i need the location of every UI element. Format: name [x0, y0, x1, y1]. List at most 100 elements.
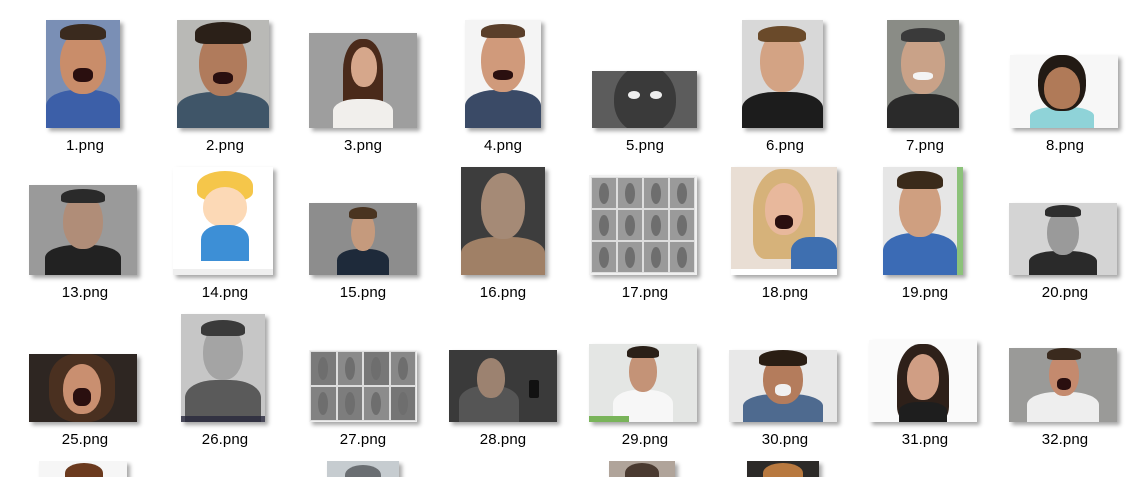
thumbnail-image	[589, 175, 697, 275]
thumbnail-image	[899, 402, 947, 422]
thumbnail	[293, 167, 433, 275]
thumbnail-image	[345, 465, 381, 477]
thumbnail	[715, 20, 855, 128]
file-item[interactable]: 26.png	[155, 314, 295, 461]
file-item[interactable]: 5.png	[575, 20, 715, 167]
file-item[interactable]: 14.png	[155, 167, 295, 314]
file-item[interactable]: 7.png	[855, 20, 995, 167]
thumbnail-image	[73, 388, 91, 406]
thumbnail	[715, 314, 855, 422]
thumbnail-image	[1047, 348, 1081, 360]
thumbnail	[293, 20, 433, 128]
thumbnail-image	[310, 351, 416, 421]
thumbnail-image	[729, 350, 837, 422]
thumbnail-image	[45, 245, 121, 275]
thumbnail-image	[481, 173, 525, 239]
file-item[interactable]	[715, 461, 855, 477]
file-name-label: 20.png	[1041, 284, 1089, 301]
thumbnail-image	[907, 354, 939, 400]
file-item[interactable]: 27.png	[293, 314, 433, 461]
file-name-label: 17.png	[621, 284, 669, 301]
thumbnail	[855, 314, 995, 422]
thumbnail-image	[589, 344, 697, 422]
file-item[interactable]: 29.png	[575, 314, 715, 461]
file-name-label: 4.png	[483, 137, 523, 154]
file-item[interactable]	[575, 461, 715, 477]
thumbnail	[855, 167, 995, 275]
file-item[interactable]: 16.png	[433, 167, 573, 314]
thumbnail-image	[173, 269, 273, 275]
file-item[interactable]: 3.png	[293, 20, 433, 167]
file-item[interactable]	[15, 461, 155, 477]
thumbnail-image	[628, 91, 640, 99]
thumbnail	[995, 167, 1135, 275]
file-item[interactable]: 8.png	[995, 20, 1135, 167]
file-item[interactable]: 25.png	[15, 314, 155, 461]
file-item[interactable]: 32.png	[995, 314, 1135, 461]
thumbnail-image	[203, 187, 247, 227]
thumbnail	[575, 314, 715, 422]
file-name-label: 8.png	[1045, 137, 1085, 154]
file-item[interactable]: 17.png	[575, 167, 715, 314]
thumbnail-image	[869, 340, 977, 422]
file-name-label: 2.png	[205, 137, 245, 154]
thumbnail-image	[731, 269, 837, 275]
file-item[interactable]: 15.png	[293, 167, 433, 314]
file-item[interactable]: 31.png	[855, 314, 995, 461]
file-name-label: 25.png	[61, 431, 109, 448]
file-item[interactable]: 4.png	[433, 20, 573, 167]
file-item[interactable]	[293, 461, 433, 477]
file-item[interactable]: 28.png	[433, 314, 573, 461]
thumbnail-image	[759, 350, 807, 366]
file-name-label: 3.png	[343, 137, 383, 154]
thumbnail-image	[1027, 392, 1099, 422]
thumbnail-image	[61, 189, 105, 203]
thumbnail	[155, 167, 295, 275]
file-name-label: 5.png	[625, 137, 665, 154]
thumbnail-image	[461, 237, 545, 275]
thumbnail	[433, 167, 573, 275]
file-name-label: 14.png	[201, 284, 249, 301]
thumbnail-image	[465, 20, 541, 128]
thumbnail-image	[883, 233, 957, 275]
file-item[interactable]: 18.png	[715, 167, 855, 314]
file-item[interactable]: 1.png	[15, 20, 155, 167]
thumbnail-image	[758, 26, 806, 42]
file-item[interactable]: 20.png	[995, 167, 1135, 314]
file-name-label: 19.png	[901, 284, 949, 301]
thumbnail	[155, 20, 295, 128]
thumbnail-image	[731, 167, 837, 275]
thumbnail-image	[181, 416, 265, 422]
thumbnail-image	[29, 354, 137, 422]
file-item[interactable]: 6.png	[715, 20, 855, 167]
file-item[interactable]: 2.png	[155, 20, 295, 167]
file-name-label: 29.png	[621, 431, 669, 448]
thumbnail-image	[327, 461, 399, 477]
thumbnail-image	[592, 71, 697, 128]
thumbnail-image	[742, 92, 823, 128]
file-name-label: 6.png	[765, 137, 805, 154]
thumbnail-image	[201, 225, 249, 261]
thumbnail-image	[449, 350, 557, 422]
thumbnail-image	[1045, 205, 1081, 217]
thumbnail-image	[46, 20, 120, 128]
thumbnail-image	[614, 71, 676, 128]
thumbnail-image	[173, 167, 273, 275]
thumbnail-image	[309, 33, 417, 128]
thumbnail-image	[333, 99, 393, 128]
thumbnail-image	[913, 72, 933, 80]
thumbnail-image	[465, 90, 541, 128]
thumbnail	[855, 20, 995, 128]
thumbnail-image	[73, 68, 93, 82]
thumbnail-image	[309, 350, 417, 422]
thumbnail-image	[309, 203, 417, 275]
file-item[interactable]: 19.png	[855, 167, 995, 314]
thumbnail	[995, 20, 1135, 128]
file-name-label: 28.png	[479, 431, 527, 448]
thumbnail-image	[337, 249, 389, 275]
thumbnail-image	[901, 28, 945, 42]
file-item[interactable]: 13.png	[15, 167, 155, 314]
thumbnail	[715, 167, 855, 275]
file-item[interactable]: 30.png	[715, 314, 855, 461]
thumbnail-image	[883, 167, 963, 275]
